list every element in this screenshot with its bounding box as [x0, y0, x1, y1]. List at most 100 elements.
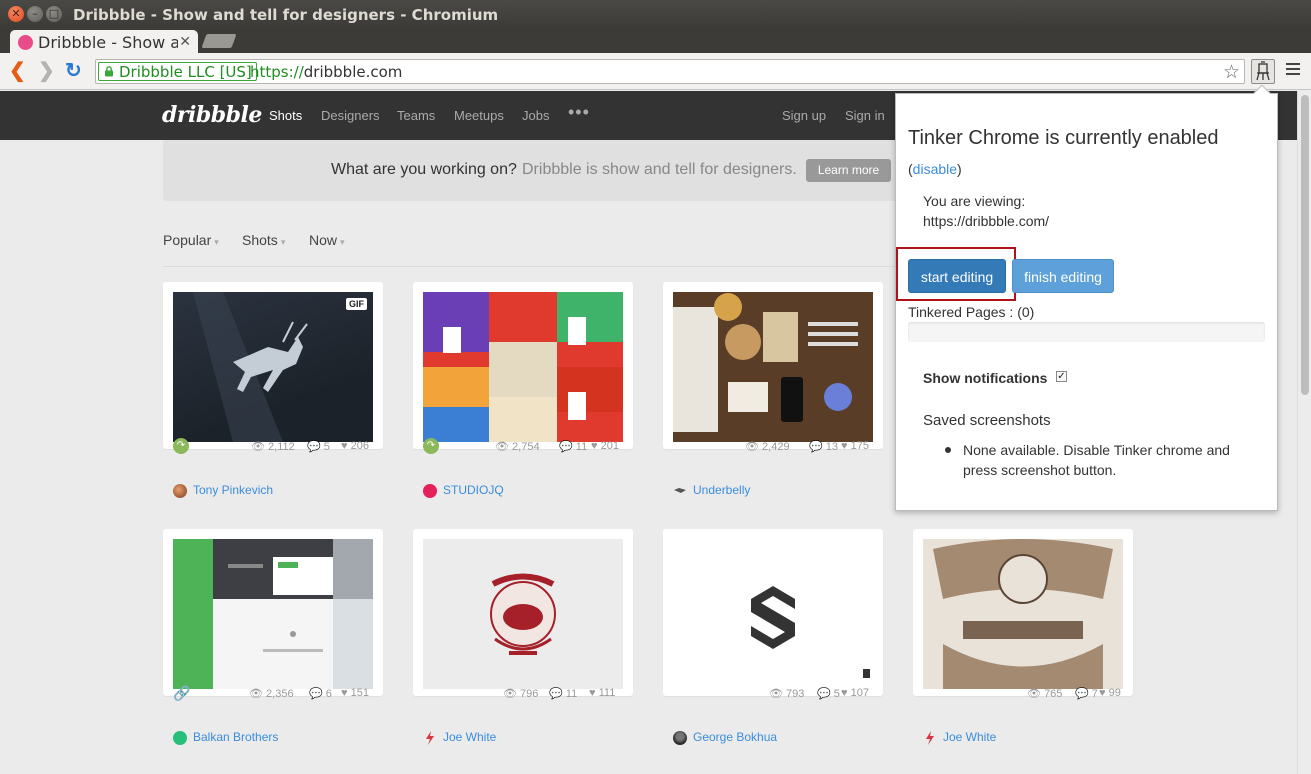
tinker-popup: Tinker Chrome is currently enabled (disa… [895, 84, 1278, 511]
shot-thumbnail[interactable] [923, 539, 1123, 689]
likes-count[interactable]: ♥ 111 [589, 687, 615, 699]
eye-icon: 👁 [745, 441, 759, 453]
shot-stats: 👁 796 💬 11 ♥ 111 [423, 687, 623, 703]
bookmark-star-icon[interactable]: ☆ [1223, 61, 1240, 84]
shot-card[interactable]: 👁 765 💬 7 ♥ 99 [913, 529, 1133, 700]
tab-close-icon[interactable]: ✕ [179, 33, 191, 50]
avatar [173, 484, 187, 498]
attachment-icon[interactable]: 🔗 [173, 685, 190, 702]
heart-icon: ♥ [841, 687, 848, 699]
shot-stats: 👁 765 💬 7 ♥ 99 [923, 687, 1123, 703]
shot-card[interactable]: ↷ 👁 2,754 💬 11 ♥ 201 [413, 282, 633, 454]
comment-icon: 💬 [549, 688, 563, 700]
nav-designers[interactable]: Designers [321, 108, 380, 123]
disable-link[interactable]: disable [913, 161, 957, 177]
views-count: 👁 2,429 [745, 441, 790, 453]
comments-count[interactable]: 💬 5 [307, 440, 330, 453]
nav-more-icon[interactable]: ••• [568, 102, 590, 123]
reload-button[interactable]: ↻ [65, 61, 82, 81]
likes-count[interactable]: ♥ 107 [841, 687, 869, 699]
heart-icon: ♥ [1099, 687, 1106, 699]
start-editing-button[interactable]: start editing [908, 259, 1006, 293]
shot-thumbnail[interactable] [173, 539, 373, 689]
url-host: dribbble.com [303, 63, 403, 81]
eye-icon: 👁 [1027, 688, 1041, 700]
comments-count[interactable]: 💬 11 [549, 687, 577, 700]
sign-up-link[interactable]: Sign up [782, 108, 826, 123]
tab-dribbble[interactable]: Dribbble - Show and tell for designers ✕ [10, 30, 198, 54]
rebound-icon[interactable]: ↷ [173, 438, 189, 454]
back-button[interactable]: ❮ [9, 61, 26, 81]
learn-more-button[interactable]: Learn more [806, 159, 891, 182]
chevron-down-icon: ▾ [340, 237, 345, 247]
shot-thumbnail[interactable] [673, 292, 873, 442]
shot-card[interactable]: 👁 793 💬 5 ♥ 107 [663, 529, 883, 700]
saved-screenshots-empty: None available. Disable Tinker chrome an… [963, 442, 1230, 478]
shot-card[interactable]: GIF ↷ 👁 2,112 💬 5 ♥ 206 [163, 282, 383, 454]
comment-icon: 💬 [1075, 688, 1089, 700]
shot-card[interactable]: 🔗 👁 2,356 💬 6 ♥ 151 [163, 529, 383, 701]
shot-stats: 👁 793 💬 5 ♥ 107 [673, 687, 873, 703]
scrollbar-thumb[interactable] [1301, 95, 1309, 395]
likes-count[interactable]: ♥ 175 [841, 440, 869, 452]
likes-count[interactable]: ♥ 99 [1099, 687, 1121, 699]
rebound-icon[interactable]: ↷ [423, 438, 439, 454]
avatar [173, 731, 187, 745]
window-minimize-button[interactable]: – [27, 6, 43, 22]
shot-stats: ↷ 👁 2,112 💬 5 ♥ 206 [173, 438, 373, 456]
shot-thumbnail[interactable]: GIF [173, 292, 373, 442]
finish-editing-button[interactable]: finish editing [1012, 259, 1114, 293]
ev-label: Dribbble LLC [US] [119, 63, 252, 81]
viewing-info: You are viewing: https://dribbble.com/ [923, 191, 1049, 231]
comment-icon: 💬 [309, 688, 323, 700]
shot-thumbnail[interactable] [423, 292, 623, 442]
browser-menu-icon[interactable] [1286, 63, 1300, 78]
tinker-extension-icon [1256, 61, 1270, 81]
filter-now[interactable]: Now ▾ [309, 232, 345, 248]
nav-shots[interactable]: Shots [269, 108, 302, 123]
heart-icon: ♥ [841, 440, 848, 452]
filter-popular[interactable]: Popular ▾ [163, 232, 219, 248]
banner-tagline: Dribbble is show and tell for designers. [522, 161, 797, 178]
forward-button[interactable]: ❯ [38, 61, 55, 81]
comments-count[interactable]: 💬 6 [309, 687, 332, 700]
show-notifications-checkbox[interactable]: ✓ [1056, 371, 1067, 382]
shot-thumbnail[interactable] [423, 539, 623, 689]
sign-in-link[interactable]: Sign in [845, 108, 885, 123]
tinkered-pages-count: Tinkered Pages : (0) [908, 304, 1035, 320]
filter-shots[interactable]: Shots ▾ [242, 232, 285, 248]
window-maximize-button[interactable]: □ [46, 6, 62, 22]
comments-count[interactable]: 💬 5 [817, 687, 840, 700]
shot-artwork [673, 292, 873, 442]
comment-icon: 💬 [307, 441, 321, 453]
heart-icon: ♥ [341, 687, 348, 699]
nav-jobs[interactable]: Jobs [522, 108, 549, 123]
comments-count[interactable]: 💬 7 [1075, 687, 1098, 700]
window-close-button[interactable]: ✕ [8, 6, 24, 22]
nav-teams[interactable]: Teams [397, 108, 435, 123]
likes-count[interactable]: ♥ 151 [341, 687, 369, 699]
address-bar[interactable]: Dribbble LLC [US] https://dribbble.com ☆ [95, 59, 1245, 84]
shot-card[interactable]: 👁 2,429 💬 13 ♥ 175 [663, 282, 883, 453]
shot-thumbnail[interactable] [673, 539, 873, 689]
tinker-extension-button[interactable] [1251, 59, 1275, 84]
new-tab-button[interactable] [201, 34, 237, 48]
views-count: 👁 2,356 [249, 688, 294, 700]
nav-meetups[interactable]: Meetups [454, 108, 504, 123]
comments-count[interactable]: 💬 13 [809, 440, 838, 453]
comment-icon: 💬 [559, 441, 573, 453]
window-title: Dribbble - Show and tell for designers -… [73, 6, 499, 24]
window-titlebar: ✕ – □ Dribbble - Show and tell for desig… [0, 0, 1311, 28]
dribbble-logo[interactable]: dribbble [162, 102, 262, 128]
eye-icon: 👁 [251, 441, 265, 453]
likes-count[interactable]: ♥ 201 [591, 440, 619, 452]
url-text[interactable]: https://dribbble.com [250, 63, 402, 81]
popup-title: Tinker Chrome is currently enabled [908, 127, 1219, 149]
list-bullet [945, 447, 951, 453]
filter-now-label: Now [309, 232, 338, 248]
likes-count[interactable]: ♥ 206 [341, 440, 369, 452]
page-scrollbar[interactable] [1297, 91, 1311, 774]
ev-certificate-badge[interactable]: Dribbble LLC [US] [98, 62, 257, 81]
shot-card[interactable]: 👁 796 💬 11 ♥ 111 [413, 529, 633, 700]
comments-count[interactable]: 💬 11 [559, 440, 587, 453]
